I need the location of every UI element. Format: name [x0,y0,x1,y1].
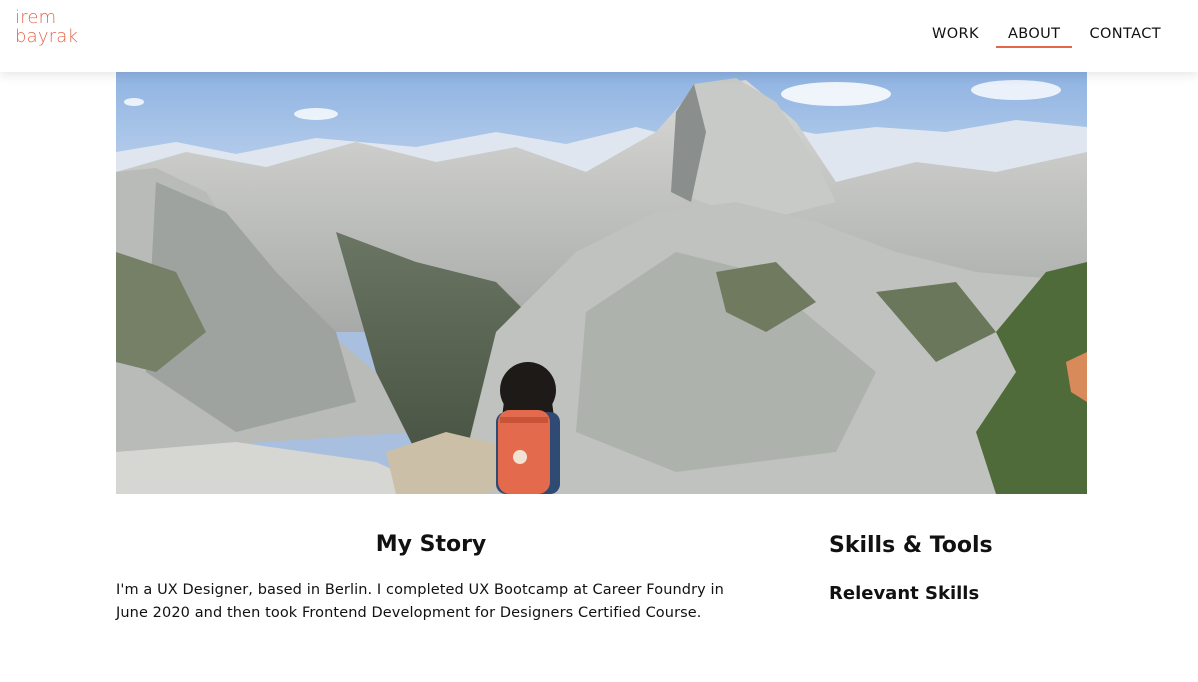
skills-tools-section: Skills & Tools Relevant Skills [829,533,1169,604]
nav-about-link[interactable]: ABOUT [995,24,1073,48]
relevant-skills-heading: Relevant Skills [829,583,980,604]
hero-image [116,72,1087,494]
my-story-section: My Story I'm a UX Designer, based in Ber… [116,532,746,625]
logo-line-2: bayrak [15,26,79,47]
my-story-heading: My Story [375,532,487,557]
logo-line-1: irem [15,7,57,28]
hero-landscape-illustration [116,72,1087,494]
skills-tools-heading: Skills & Tools [829,533,993,558]
nav-work-link[interactable]: WORK [920,24,991,48]
site-header: irem bayrak WORK ABOUT CONTACT [0,0,1198,72]
my-story-body: I'm a UX Designer, based in Berlin. I co… [116,582,724,621]
site-logo[interactable]: irem bayrak [15,8,78,46]
main-nav: WORK ABOUT CONTACT [915,24,1173,48]
nav-contact-link[interactable]: CONTACT [1077,24,1173,48]
